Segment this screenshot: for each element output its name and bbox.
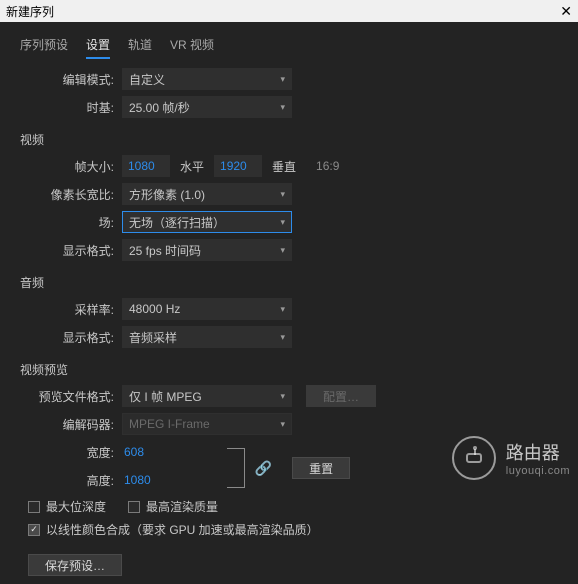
sample-rate-label: 采样率:: [0, 301, 122, 318]
chevron-down-icon: ▾: [280, 391, 285, 402]
config-button: 配置…: [306, 385, 376, 407]
pixel-aspect-select[interactable]: 方形像素 (1.0)▾: [122, 183, 292, 205]
preview-height-input[interactable]: 1080: [122, 473, 153, 487]
preview-format-label: 预览文件格式:: [0, 388, 122, 405]
chevron-down-icon: ▾: [280, 74, 285, 85]
tab-preset[interactable]: 序列预设: [20, 36, 68, 59]
audio-display-format-label: 显示格式:: [0, 329, 122, 346]
fields-label: 场:: [0, 214, 122, 231]
linear-color-checkbox[interactable]: ✓: [28, 524, 40, 536]
tab-settings[interactable]: 设置: [86, 36, 110, 59]
max-render-quality-label: 最高渲染质量: [146, 498, 218, 515]
video-section-title: 视频: [0, 123, 578, 154]
chevron-down-icon: ▾: [280, 217, 285, 228]
titlebar: 新建序列 ✕: [0, 0, 578, 22]
chevron-down-icon: ▾: [280, 332, 285, 343]
frame-width-input[interactable]: 1080: [122, 155, 170, 177]
linear-color-label: 以线性颜色合成（要求 GPU 加速或最高渲染品质）: [46, 521, 319, 538]
aspect-ratio-text: 16:9: [306, 159, 339, 173]
max-bit-depth-label: 最大位深度: [46, 498, 106, 515]
horizontal-label: 水平: [170, 158, 214, 175]
tab-bar: 序列预设 设置 轨道 VR 视频: [0, 32, 578, 67]
link-icon[interactable]: 🔗: [249, 460, 278, 477]
frame-height-input[interactable]: 1920: [214, 155, 262, 177]
preview-width-input[interactable]: 608: [122, 445, 146, 459]
chevron-down-icon: ▾: [280, 102, 285, 113]
preview-width-label: 宽度:: [0, 444, 122, 461]
router-icon: [452, 436, 496, 480]
pixel-aspect-label: 像素长宽比:: [0, 186, 122, 203]
reset-button[interactable]: 重置: [292, 457, 350, 479]
timebase-select[interactable]: 25.00 帧/秒▾: [122, 96, 292, 118]
edit-mode-label: 编辑模式:: [0, 71, 122, 88]
watermark: 路由器 luyouqi.com: [452, 436, 570, 480]
watermark-title: 路由器: [506, 439, 570, 465]
watermark-url: luyouqi.com: [506, 465, 570, 477]
timebase-label: 时基:: [0, 99, 122, 116]
tab-tracks[interactable]: 轨道: [128, 36, 152, 59]
fields-select[interactable]: 无场（逐行扫描）▾: [122, 211, 292, 233]
close-icon[interactable]: ✕: [560, 3, 572, 20]
chevron-down-icon: ▾: [280, 245, 285, 256]
audio-display-format-select[interactable]: 音频采样▾: [122, 326, 292, 348]
video-display-format-select[interactable]: 25 fps 时间码▾: [122, 239, 292, 261]
codec-label: 编解码器:: [0, 416, 122, 433]
sample-rate-select[interactable]: 48000 Hz▾: [122, 298, 292, 320]
preview-height-label: 高度:: [0, 472, 122, 489]
save-preset-button[interactable]: 保存预设…: [28, 554, 122, 576]
edit-mode-select[interactable]: 自定义▾: [122, 68, 292, 90]
preview-section-title: 视频预览: [0, 353, 578, 384]
video-display-format-label: 显示格式:: [0, 242, 122, 259]
window-title: 新建序列: [6, 3, 54, 20]
audio-section-title: 音频: [0, 266, 578, 297]
tab-vr[interactable]: VR 视频: [170, 36, 214, 59]
vertical-label: 垂直: [262, 158, 306, 175]
preview-format-select[interactable]: 仅 I 帧 MPEG▾: [122, 385, 292, 407]
chevron-down-icon: ▾: [280, 419, 285, 430]
max-bit-depth-checkbox[interactable]: [28, 501, 40, 513]
codec-select: MPEG I-Frame▾: [122, 413, 292, 435]
frame-size-label: 帧大小:: [0, 158, 122, 175]
max-render-quality-checkbox[interactable]: [128, 501, 140, 513]
chevron-down-icon: ▾: [280, 189, 285, 200]
chevron-down-icon: ▾: [280, 304, 285, 315]
link-bracket: [227, 448, 245, 488]
